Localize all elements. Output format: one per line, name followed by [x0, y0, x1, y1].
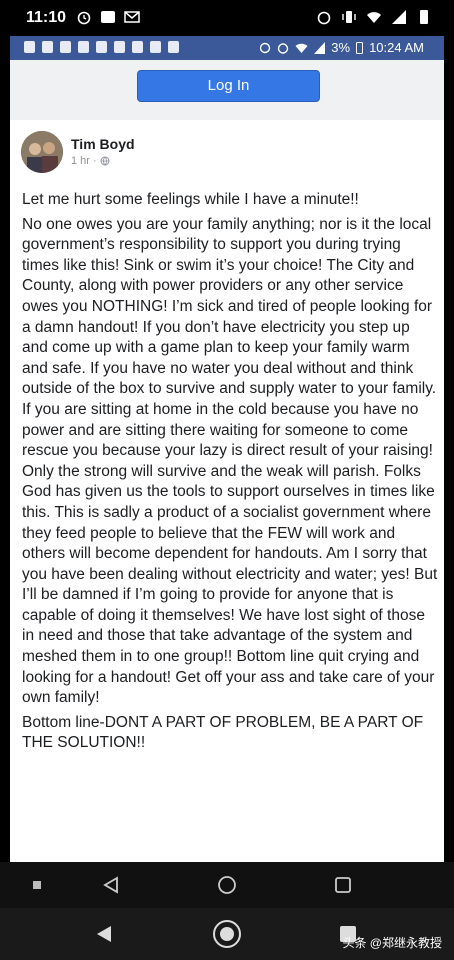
home-icon[interactable]: [212, 919, 242, 949]
outer-notification-icons: [76, 9, 140, 25]
inner-notification-icons: [24, 41, 179, 53]
sync-icon: [260, 42, 271, 53]
post-meta: 1 hr ·: [71, 155, 110, 167]
facebook-post: Tim Boyd 1 hr · Let me hurt some feeling…: [10, 120, 444, 862]
post-paragraph: Bottom line-DONT A PART OF PROBLEM, BE A…: [22, 713, 424, 752]
outer-nav-bar: 头条 @郑继永教授: [0, 908, 454, 960]
notification-icon: [24, 41, 35, 53]
back-icon[interactable]: [96, 925, 112, 943]
battery-saver-icon: [168, 41, 179, 53]
post-author[interactable]: Tim Boyd: [71, 136, 135, 152]
notification-icon: [60, 41, 71, 53]
battery-icon: [356, 41, 364, 54]
outer-clock: 11:10: [26, 9, 67, 26]
login-button[interactable]: Log In: [137, 70, 320, 102]
notification-icon: [78, 41, 89, 53]
post-time[interactable]: 1 hr: [71, 155, 90, 167]
post-body: Let me hurt some feelings while I have a…: [22, 190, 438, 758]
menu-dot-icon[interactable]: [33, 881, 41, 889]
wifi-icon: [367, 12, 381, 23]
battery-icon: [420, 10, 428, 24]
post-paragraph: No one owes you are your family anything…: [22, 215, 438, 707]
inner-clock: 10:24 AM: [369, 40, 424, 55]
globe-icon: [100, 156, 110, 166]
outer-status-bar: 11:10: [0, 0, 454, 36]
notification-icon: [114, 41, 125, 53]
alarm-icon: [278, 42, 289, 54]
notification-icon: [132, 41, 143, 53]
post-paragraph: Let me hurt some feelings while I have a…: [22, 191, 359, 208]
alarm-icon: [77, 11, 91, 25]
back-icon[interactable]: [102, 876, 120, 894]
wifi-icon: [295, 43, 308, 53]
watermark: 头条 @郑继永教授: [342, 936, 442, 950]
home-icon[interactable]: [217, 875, 237, 895]
signal-icon: [314, 41, 326, 54]
signal-icon: [392, 10, 406, 24]
separator-dot: ·: [92, 155, 97, 167]
profile-photo: [21, 131, 63, 173]
voicemail-icon: [150, 41, 161, 53]
app-icon: [101, 11, 115, 23]
notification-icon: [96, 41, 107, 53]
inner-status-bar: 3% 10:24 AM: [10, 36, 444, 60]
browser-screen: Log In Tim Boyd 1 hr · Let me hurt some …: [10, 60, 444, 862]
login-bar: Log In: [10, 60, 444, 121]
alarm-icon: [317, 11, 331, 25]
vibrate-icon: [342, 11, 356, 23]
avatar[interactable]: [21, 131, 63, 173]
gmail-icon: [124, 11, 140, 23]
outer-system-icons: [316, 9, 432, 25]
messenger-icon: [42, 41, 53, 53]
inner-nav-bar: [0, 862, 454, 908]
recents-icon[interactable]: [334, 876, 352, 894]
battery-percent: 3%: [331, 40, 351, 55]
inner-system-icons: 3% 10:24 AM: [259, 40, 424, 55]
